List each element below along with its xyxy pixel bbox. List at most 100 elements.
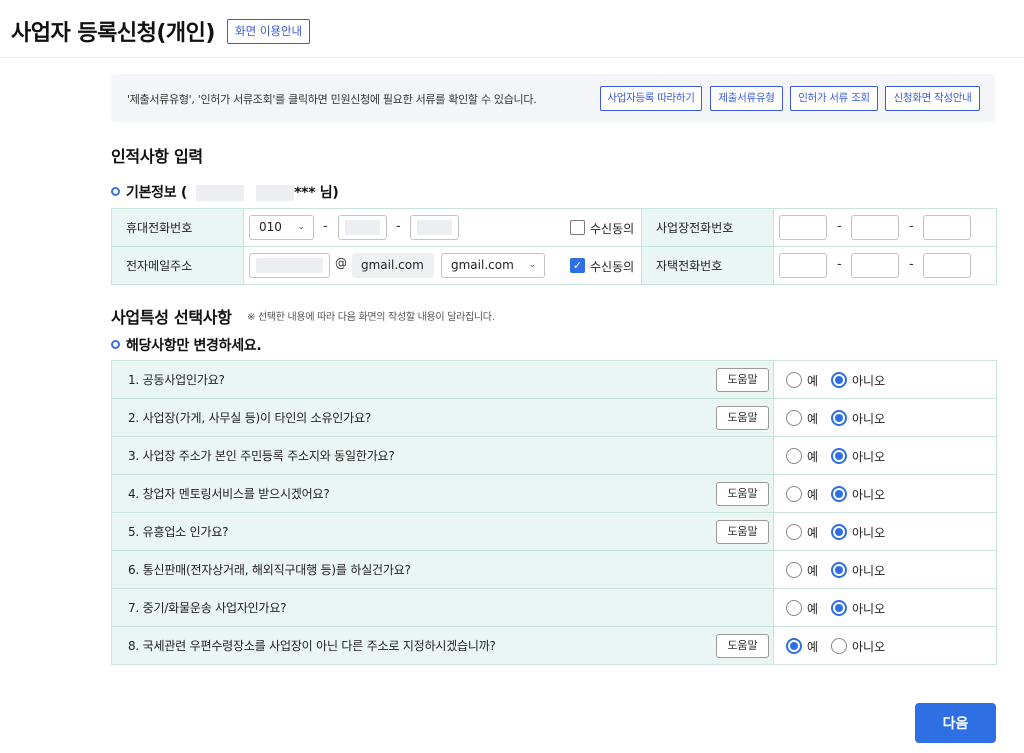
yes-radio[interactable] bbox=[786, 410, 802, 426]
question-cell: 4. 창업자 멘토링서비스를 받으시겠어요? 도움말 bbox=[111, 474, 774, 513]
no-radio[interactable] bbox=[831, 372, 847, 388]
help-button[interactable]: 도움말 bbox=[716, 482, 769, 506]
email-cell: @ gmail.com gmail.com ⌄ ✓ 수신동의 bbox=[243, 246, 642, 285]
screen-guide-button[interactable]: 화면 이용안내 bbox=[227, 19, 311, 44]
help-button[interactable]: 도움말 bbox=[716, 406, 769, 430]
question-row: 8. 국세관련 우편수령장소를 사업장이 아닌 다른 주소로 지정하시겠습니까?… bbox=[111, 626, 997, 665]
bullet-icon bbox=[111, 340, 120, 349]
document-types-button[interactable]: 제출서류유형 bbox=[710, 86, 783, 111]
email-consent-checkbox[interactable]: ✓ bbox=[570, 258, 585, 273]
dash: - bbox=[396, 219, 401, 234]
business-section-title: 사업특성 선택사항 bbox=[111, 308, 232, 327]
form-guide-button[interactable]: 신청화면 작성안내 bbox=[885, 86, 980, 111]
answer-cell: 예 아니오 bbox=[773, 626, 997, 665]
no-radio[interactable] bbox=[831, 562, 847, 578]
email-domain-select[interactable]: gmail.com ⌄ bbox=[441, 253, 545, 278]
at-sign: @ bbox=[335, 256, 347, 270]
email-domain-select-value: gmail.com bbox=[451, 258, 514, 272]
yes-radio[interactable] bbox=[786, 562, 802, 578]
yes-label: 예 bbox=[807, 374, 819, 388]
dash: - bbox=[323, 219, 328, 234]
dash: - bbox=[909, 219, 914, 234]
next-button[interactable]: 다음 bbox=[915, 703, 996, 743]
name-suffix: *** 님) bbox=[294, 185, 339, 201]
biz-phone-label: 사업장전화번호 bbox=[641, 208, 774, 247]
info-text: '제출서류유형', '인허가 서류조회'를 클릭하면 민원신청에 필요한 서류를… bbox=[127, 93, 537, 106]
no-label: 아니오 bbox=[852, 526, 886, 540]
no-radio[interactable] bbox=[831, 600, 847, 616]
question-text: 4. 창업자 멘토링서비스를 받으시겠어요? bbox=[128, 487, 330, 501]
masked-name-part bbox=[195, 185, 244, 201]
help-button[interactable]: 도움말 bbox=[716, 368, 769, 392]
mobile-cell: 010 ⌄ - - 수신동의 bbox=[243, 208, 642, 247]
help-button[interactable]: 도움말 bbox=[716, 520, 769, 544]
email-label: 전자메일주소 bbox=[111, 246, 244, 285]
email-domain-field[interactable]: gmail.com bbox=[352, 253, 434, 278]
chevron-down-icon: ⌄ bbox=[528, 260, 536, 270]
question-text: 7. 중기/화물운송 사업자인가요? bbox=[128, 601, 287, 615]
dash: - bbox=[837, 219, 842, 234]
email-id-input[interactable] bbox=[249, 253, 330, 278]
question-cell: 1. 공동사업인가요? 도움말 bbox=[111, 360, 774, 399]
mobile-label: 휴대전화번호 bbox=[111, 208, 244, 247]
question-text: 1. 공동사업인가요? bbox=[128, 373, 225, 387]
no-radio[interactable] bbox=[831, 448, 847, 464]
no-radio[interactable] bbox=[831, 638, 847, 654]
info-box: '제출서류유형', '인허가 서류조회'를 클릭하면 민원신청에 필요한 서류를… bbox=[111, 74, 995, 122]
dash: - bbox=[909, 257, 914, 272]
answer-cell: 예 아니오 bbox=[773, 512, 997, 551]
mobile-prefix-select[interactable]: 010 ⌄ bbox=[249, 215, 314, 240]
yes-radio[interactable] bbox=[786, 600, 802, 616]
question-cell: 5. 유흥업소 인가요? 도움말 bbox=[111, 512, 774, 551]
home-phone-last-input[interactable] bbox=[923, 253, 971, 278]
yes-radio[interactable] bbox=[786, 638, 802, 654]
biz-phone-cell: - - bbox=[773, 208, 997, 247]
answer-cell: 예 아니오 bbox=[773, 474, 997, 513]
change-only-heading: 해당사항만 변경하세요. bbox=[126, 338, 262, 354]
no-radio[interactable] bbox=[831, 410, 847, 426]
registration-walkthrough-button[interactable]: 사업자등록 따라하기 bbox=[600, 86, 702, 111]
yes-radio[interactable] bbox=[786, 448, 802, 464]
yes-label: 예 bbox=[807, 564, 819, 578]
yes-radio[interactable] bbox=[786, 372, 802, 388]
personal-section-title: 인적사항 입력 bbox=[111, 147, 203, 166]
yes-label: 예 bbox=[807, 412, 819, 426]
no-label: 아니오 bbox=[852, 488, 886, 502]
no-label: 아니오 bbox=[852, 374, 886, 388]
dash: - bbox=[837, 257, 842, 272]
answer-cell: 예 아니오 bbox=[773, 360, 997, 399]
yes-label: 예 bbox=[807, 526, 819, 540]
answer-cell: 예 아니오 bbox=[773, 398, 997, 437]
answer-cell: 예 아니오 bbox=[773, 550, 997, 589]
home-phone-area-input[interactable] bbox=[779, 253, 827, 278]
no-radio[interactable] bbox=[831, 486, 847, 502]
question-text: 8. 국세관련 우편수령장소를 사업장이 아닌 다른 주소로 지정하시겠습니까? bbox=[128, 639, 496, 653]
question-row: 4. 창업자 멘토링서비스를 받으시겠어요? 도움말 예 아니오 bbox=[111, 474, 997, 513]
top-bar: 사업자 등록신청(개인) 화면 이용안내 bbox=[0, 0, 1024, 58]
question-text: 2. 사업장(가게, 사무실 등)이 타인의 소유인가요? bbox=[128, 411, 371, 425]
help-button[interactable]: 도움말 bbox=[716, 634, 769, 658]
question-text: 5. 유흥업소 인가요? bbox=[128, 525, 229, 539]
no-label: 아니오 bbox=[852, 412, 886, 426]
biz-phone-middle-input[interactable] bbox=[851, 215, 899, 240]
yes-radio[interactable] bbox=[786, 524, 802, 540]
yes-label: 예 bbox=[807, 602, 819, 616]
mobile-middle-input[interactable] bbox=[338, 215, 387, 240]
biz-phone-last-input[interactable] bbox=[923, 215, 971, 240]
questions-table: 1. 공동사업인가요? 도움말 예 아니오 2. 사업장(가게, 사무실 등)이 타인의… bbox=[111, 360, 997, 665]
biz-phone-area-input[interactable] bbox=[779, 215, 827, 240]
question-row: 3. 사업장 주소가 본인 주민등록 주소지와 동일한가요? 예 아니오 bbox=[111, 436, 997, 475]
mobile-last-input[interactable] bbox=[410, 215, 459, 240]
question-row: 5. 유흥업소 인가요? 도움말 예 아니오 bbox=[111, 512, 997, 551]
yes-radio[interactable] bbox=[786, 486, 802, 502]
home-phone-middle-input[interactable] bbox=[851, 253, 899, 278]
permit-document-lookup-button[interactable]: 인허가 서류 조회 bbox=[790, 86, 878, 111]
no-label: 아니오 bbox=[852, 450, 886, 464]
question-row: 7. 중기/화물운송 사업자인가요? 예 아니오 bbox=[111, 588, 997, 627]
basic-info-label: 기본정보 ( bbox=[126, 185, 187, 201]
question-cell: 2. 사업장(가게, 사무실 등)이 타인의 소유인가요? 도움말 bbox=[111, 398, 774, 437]
no-radio[interactable] bbox=[831, 524, 847, 540]
yes-label: 예 bbox=[807, 640, 819, 654]
masked-name-part bbox=[256, 185, 295, 201]
mobile-consent-checkbox[interactable] bbox=[570, 220, 585, 235]
